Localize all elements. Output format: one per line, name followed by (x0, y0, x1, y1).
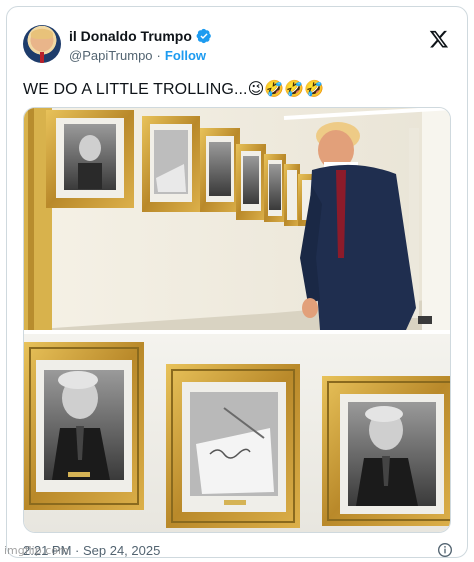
tweet-text: WE DO A LITTLE TROLLING...😉🤣🤣🤣 (23, 81, 325, 98)
colonnade-frame-1 (46, 110, 134, 208)
photo-colonnade (24, 108, 450, 330)
portrait-frame-middle (166, 364, 300, 528)
colonnade-frame-6 (284, 164, 300, 226)
info-icon[interactable] (437, 542, 453, 558)
colonnade-frame-4 (236, 144, 266, 220)
colonnade-frame-3 (200, 128, 240, 212)
verified-badge-icon (196, 28, 211, 44)
media-photos (24, 108, 450, 532)
colonnade-frame-5 (264, 154, 286, 222)
tweet-card: il Donaldo Trumpo @PapiTrumpo · Follow W… (6, 6, 468, 558)
avatar-tie (40, 52, 44, 63)
colonnade-frame-2 (142, 116, 200, 212)
handle-separator: · (156, 48, 161, 63)
avatar-hair (31, 29, 53, 39)
handle-row: @PapiTrumpo · Follow (69, 48, 212, 63)
follow-button[interactable]: Follow (165, 48, 206, 63)
author-names: il Donaldo Trumpo @PapiTrumpo · Follow (69, 27, 212, 63)
portrait-frame-right (322, 376, 450, 526)
imgflip-watermark: imgflip.com (4, 544, 69, 557)
tweet-header: il Donaldo Trumpo @PapiTrumpo · Follow (23, 21, 453, 67)
portrait-frame-left (24, 342, 144, 510)
tweet-media[interactable] (23, 107, 451, 533)
handle[interactable]: @PapiTrumpo (69, 48, 153, 63)
display-name[interactable]: il Donaldo Trumpo (69, 28, 192, 44)
avatar[interactable] (23, 25, 61, 63)
photo-portraits-closeup (24, 334, 450, 532)
display-name-row: il Donaldo Trumpo (69, 27, 212, 45)
x-logo-icon[interactable] (429, 29, 449, 49)
